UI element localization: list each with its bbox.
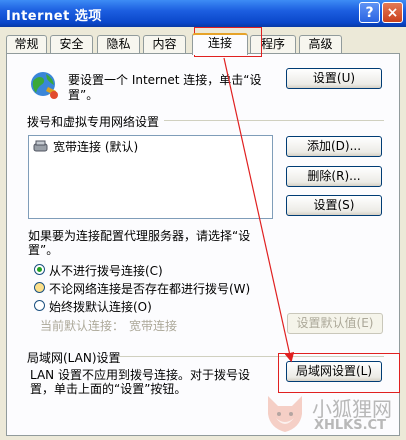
watermark-en: XHLKS.CT	[314, 418, 386, 433]
annotation-arrow	[223, 57, 295, 363]
fox-logo-watermark	[268, 396, 302, 432]
tab-connections[interactable]: 连接	[192, 33, 248, 55]
